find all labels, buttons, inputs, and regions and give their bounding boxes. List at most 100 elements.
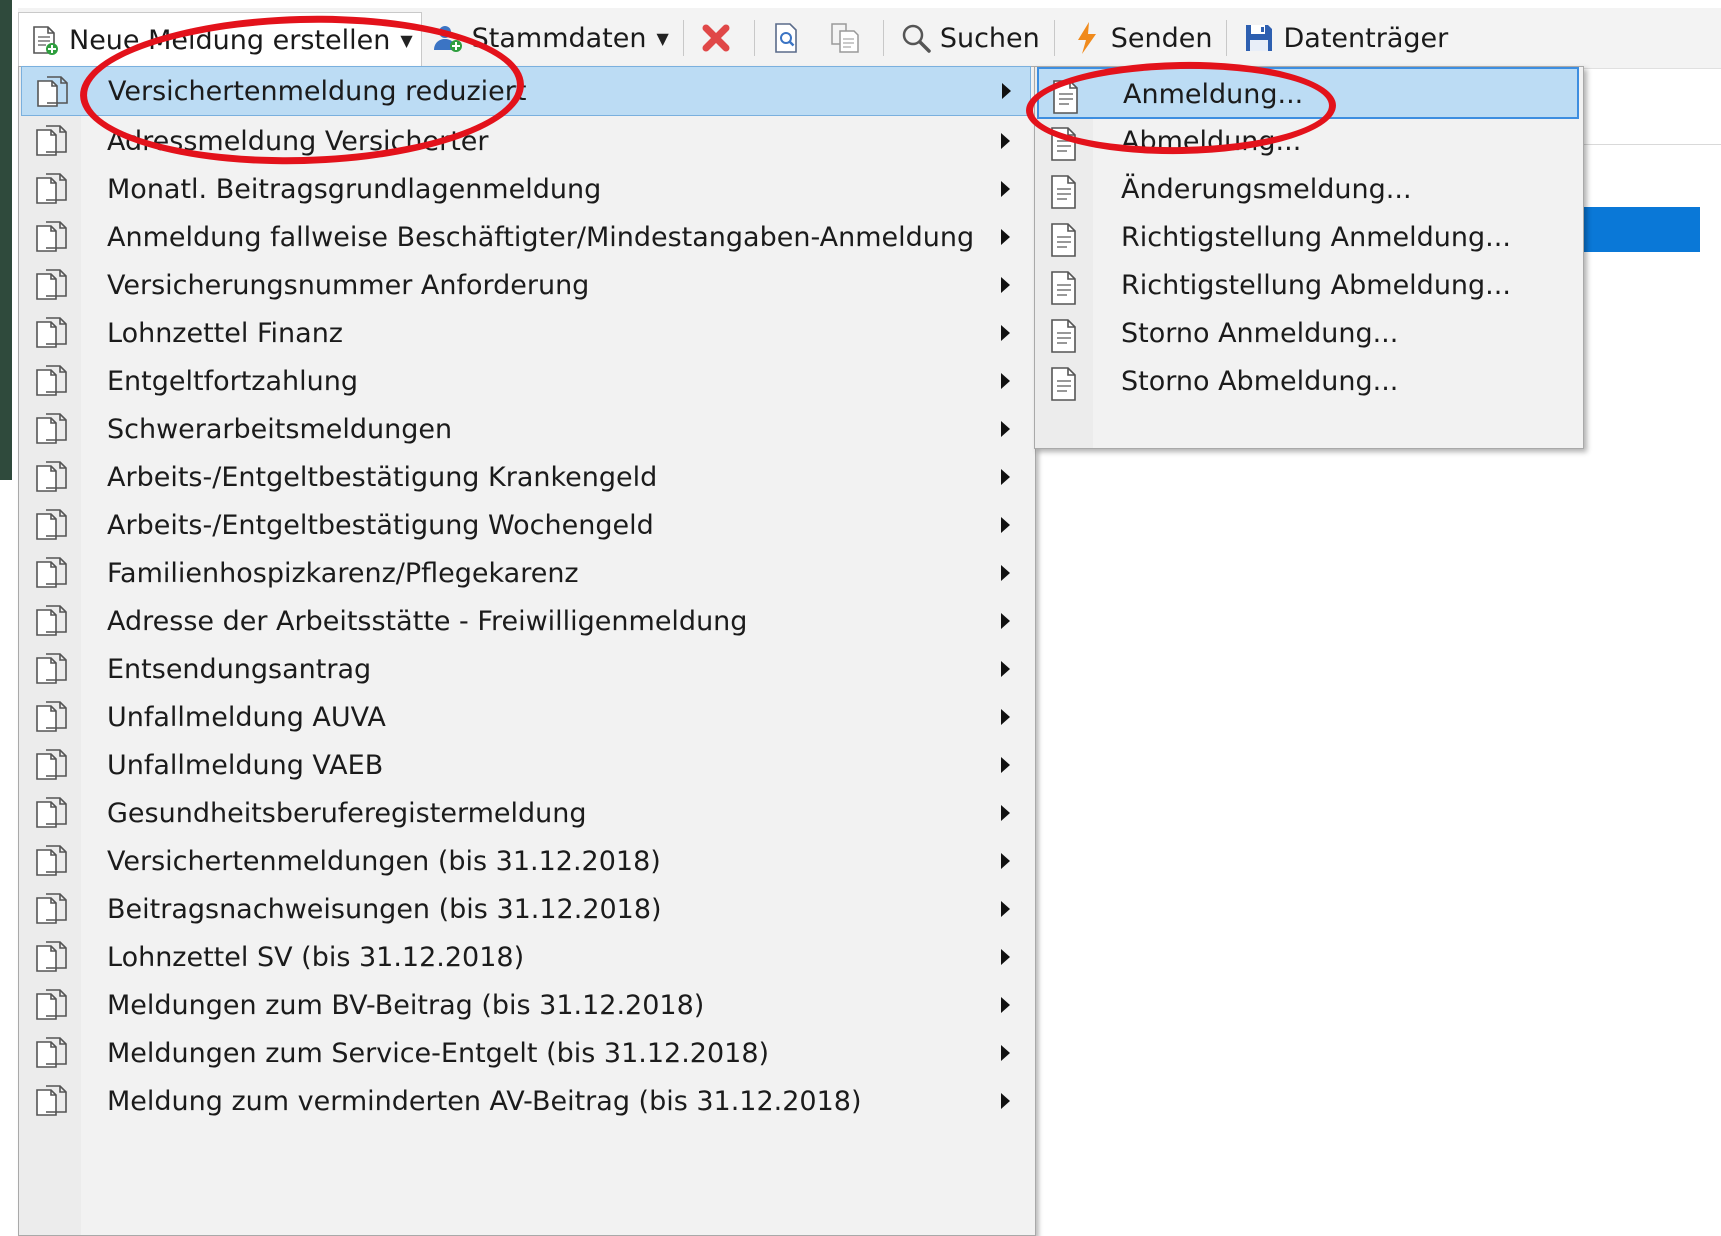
menu-item[interactable]: Gesundheitsberuferegistermeldung bbox=[21, 788, 1031, 838]
copy-document-icon bbox=[33, 604, 71, 640]
copy-document-icon bbox=[33, 508, 71, 544]
document-icon bbox=[1047, 270, 1081, 306]
menu-item-label: Unfallmeldung AUVA bbox=[107, 701, 386, 733]
menu-item-label: Adresse der Arbeitsstätte - Freiwilligen… bbox=[107, 605, 748, 637]
menu-item[interactable]: Versichertenmeldungen (bis 31.12.2018) bbox=[21, 836, 1031, 886]
submenu-arrow-icon bbox=[1001, 229, 1010, 245]
menu-item[interactable]: Anmeldung fallweise Beschäftigter/Mindes… bbox=[21, 212, 1031, 262]
menu-item[interactable]: Meldungen zum BV-Beitrag (bis 31.12.2018… bbox=[21, 980, 1031, 1030]
document-icon bbox=[1047, 366, 1081, 402]
submenu-item[interactable]: Storno Anmeldung... bbox=[1037, 308, 1579, 360]
copy-document-icon bbox=[33, 1084, 71, 1120]
lightning-icon bbox=[1069, 20, 1105, 56]
submenu-item-label: Änderungsmeldung... bbox=[1121, 174, 1412, 205]
menu-item[interactable]: Entgeltfortzahlung bbox=[21, 356, 1031, 406]
submenu-item[interactable]: Richtigstellung Abmeldung... bbox=[1037, 260, 1579, 312]
submenu-item-label: Anmeldung... bbox=[1123, 79, 1304, 110]
submenu-arrow-icon bbox=[1001, 277, 1010, 293]
menu-item[interactable]: Beitragsnachweisungen (bis 31.12.2018) bbox=[21, 884, 1031, 934]
submenu-arrow-icon bbox=[1001, 853, 1010, 869]
menu-item[interactable]: Unfallmeldung AUVA bbox=[21, 692, 1031, 742]
toolbar-separator bbox=[682, 20, 684, 56]
menu-item-label: Lohnzettel Finanz bbox=[107, 317, 343, 349]
master-data-button[interactable]: Stammdaten ▼ bbox=[422, 11, 677, 65]
menu-item[interactable]: Monatl. Beitragsgrundlagenmeldung bbox=[21, 164, 1031, 214]
toolbar-separator bbox=[1226, 20, 1228, 56]
menu-item-label: Familienhospizkarenz/Pflegekarenz bbox=[107, 557, 579, 589]
window-left-edge bbox=[0, 0, 12, 480]
menu-item[interactable]: Meldungen zum Service-Entgelt (bis 31.12… bbox=[21, 1028, 1031, 1078]
menu-item[interactable]: Versicherungsnummer Anforderung bbox=[21, 260, 1031, 310]
copy-document-icon bbox=[33, 172, 71, 208]
menu-item[interactable]: Arbeits-/Entgeltbestätigung Wochengeld bbox=[21, 500, 1031, 550]
submenu-item[interactable]: Storno Abmeldung... bbox=[1037, 356, 1579, 408]
data-carrier-button[interactable]: Datenträger bbox=[1233, 11, 1456, 65]
copy-document-icon bbox=[33, 940, 71, 976]
copy-document-icon bbox=[33, 460, 71, 496]
submenu-item[interactable]: Abmeldung... bbox=[1037, 116, 1579, 168]
copy-document-icon bbox=[33, 652, 71, 688]
submenu-arrow-icon bbox=[1001, 325, 1010, 341]
background-selected-row bbox=[1580, 207, 1700, 252]
menu-item-label: Adressmeldung Versicherter bbox=[107, 125, 489, 157]
document-icon bbox=[1047, 318, 1081, 354]
submenu-arrow-icon bbox=[1001, 181, 1010, 197]
submenu-item-label: Storno Anmeldung... bbox=[1121, 318, 1399, 349]
copy-document-icon bbox=[33, 268, 71, 304]
new-report-button[interactable]: Neue Meldung erstellen ▼ bbox=[18, 11, 422, 69]
delete-button[interactable] bbox=[690, 11, 748, 65]
floppy-disk-icon bbox=[1241, 20, 1277, 56]
menu-item[interactable]: Adresse der Arbeitsstätte - Freiwilligen… bbox=[21, 596, 1031, 646]
toolbar-separator bbox=[1053, 20, 1055, 56]
menu-item[interactable]: Familienhospizkarenz/Pflegekarenz bbox=[21, 548, 1031, 598]
menu-item-label: Versichertenmeldung reduziert bbox=[108, 75, 527, 107]
submenu-arrow-icon bbox=[1001, 1093, 1010, 1109]
background-divider bbox=[1580, 144, 1721, 145]
search-icon bbox=[898, 20, 934, 56]
copy-icon bbox=[827, 20, 863, 56]
copy-document-icon bbox=[33, 412, 71, 448]
document-icon bbox=[1047, 126, 1081, 162]
copy-document-icon bbox=[33, 220, 71, 256]
submenu-arrow-icon bbox=[1001, 565, 1010, 581]
copy-document-icon bbox=[33, 796, 71, 832]
submenu-item[interactable]: Richtigstellung Anmeldung... bbox=[1037, 212, 1579, 264]
menu-item[interactable]: Lohnzettel SV (bis 31.12.2018) bbox=[21, 932, 1031, 982]
submenu-item[interactable]: Änderungsmeldung... bbox=[1037, 164, 1579, 216]
submenu-arrow-icon bbox=[1001, 469, 1010, 485]
menu-item[interactable]: Schwerarbeitsmeldungen bbox=[21, 404, 1031, 454]
submenu-arrow-icon bbox=[1001, 1045, 1010, 1061]
copy-button[interactable] bbox=[819, 11, 877, 65]
search-button[interactable]: Suchen bbox=[890, 11, 1048, 65]
menu-item[interactable]: Meldung zum verminderten AV-Beitrag (bis… bbox=[21, 1076, 1031, 1126]
menu-item-label: Arbeits-/Entgeltbestätigung Wochengeld bbox=[107, 509, 654, 541]
menu-item[interactable]: Arbeits-/Entgeltbestätigung Krankengeld bbox=[21, 452, 1031, 502]
submenu-item-label: Abmeldung... bbox=[1121, 126, 1302, 157]
chevron-down-icon: ▼ bbox=[400, 31, 413, 50]
submenu-arrow-icon bbox=[1001, 709, 1010, 725]
menu-item-label: Versicherungsnummer Anforderung bbox=[107, 269, 590, 301]
menu-item-label: Gesundheitsberuferegistermeldung bbox=[107, 797, 587, 829]
insured-report-submenu: Anmeldung... Abmeldung... Änderungsmeldung… bbox=[1034, 66, 1584, 449]
submenu-arrow-icon bbox=[1001, 757, 1010, 773]
menu-item-label: Meldung zum verminderten AV-Beitrag (bis… bbox=[107, 1085, 862, 1117]
submenu-arrow-icon bbox=[1001, 421, 1010, 437]
chevron-down-icon: ▼ bbox=[656, 28, 669, 48]
menu-item[interactable]: Adressmeldung Versicherter bbox=[21, 116, 1031, 166]
copy-document-icon bbox=[33, 124, 71, 160]
copy-document-icon bbox=[33, 844, 71, 880]
submenu-arrow-icon bbox=[1001, 901, 1010, 917]
send-button[interactable]: Senden bbox=[1061, 11, 1221, 65]
menu-item-label: Meldungen zum Service-Entgelt (bis 31.12… bbox=[107, 1037, 770, 1069]
submenu-item[interactable]: Anmeldung... bbox=[1037, 67, 1579, 119]
new-report-label: Neue Meldung erstellen bbox=[69, 25, 391, 56]
menu-item[interactable]: Lohnzettel Finanz bbox=[21, 308, 1031, 358]
submenu-arrow-icon bbox=[1001, 997, 1010, 1013]
preview-button[interactable] bbox=[761, 11, 819, 65]
menu-item[interactable]: Versichertenmeldung reduziert bbox=[21, 66, 1031, 116]
menu-item[interactable]: Unfallmeldung VAEB bbox=[21, 740, 1031, 790]
menu-item[interactable]: Entsendungsantrag bbox=[21, 644, 1031, 694]
menu-item-label: Arbeits-/Entgeltbestätigung Krankengeld bbox=[107, 461, 658, 493]
submenu-arrow-icon bbox=[1001, 517, 1010, 533]
search-label: Suchen bbox=[939, 22, 1040, 54]
